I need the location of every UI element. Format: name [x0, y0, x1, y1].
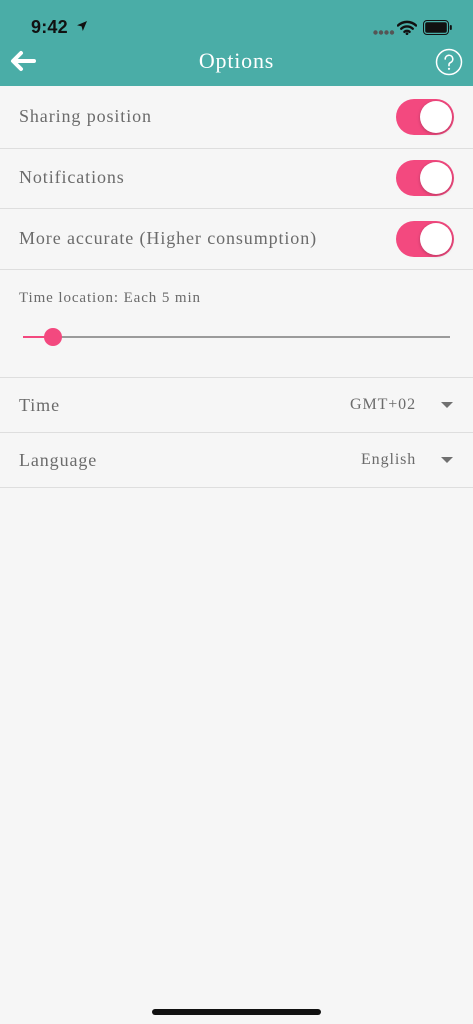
- language-label: Language: [19, 450, 98, 470]
- wifi-icon: [397, 20, 417, 35]
- help-button[interactable]: [435, 48, 463, 76]
- language-select-value[interactable]: English: [361, 451, 416, 469]
- toggle-knob: [420, 223, 452, 255]
- home-indicator[interactable]: [152, 1009, 321, 1015]
- caret-down-icon[interactable]: [441, 457, 453, 463]
- time-location-slider[interactable]: [23, 328, 450, 346]
- sharing-position-toggle[interactable]: [396, 99, 454, 135]
- toggle-knob: [420, 101, 452, 133]
- slider-thumb[interactable]: [44, 328, 62, 346]
- time-location-row: [0, 270, 473, 378]
- notifications-label: Notifications: [19, 167, 125, 187]
- more-accurate-row: More accurate (Higher consumption): [0, 209, 473, 270]
- arrow-left-icon: [11, 51, 36, 71]
- time-row[interactable]: Time GMT+02: [0, 378, 473, 433]
- options-screen: 9:42 Options Sharing position Notificati…: [0, 0, 473, 1024]
- notifications-row: Notifications: [0, 149, 473, 209]
- status-time: 9:42: [31, 17, 68, 37]
- app-header: 9:42 Options: [0, 0, 473, 86]
- more-accurate-label: More accurate (Higher consumption): [19, 228, 317, 248]
- time-location-label: Time location: Each 5 min: [19, 290, 201, 306]
- language-row[interactable]: Language English: [0, 433, 473, 488]
- page-title: Options: [198, 48, 275, 73]
- question-circle-icon: [435, 48, 463, 76]
- caret-down-icon[interactable]: [441, 402, 453, 408]
- cellular-signal-icon: [373, 30, 395, 35]
- more-accurate-toggle[interactable]: [396, 221, 454, 257]
- time-label: Time: [19, 395, 60, 415]
- notifications-toggle[interactable]: [396, 160, 454, 196]
- time-select-value[interactable]: GMT+02: [350, 396, 416, 414]
- back-button[interactable]: [6, 46, 38, 76]
- toggle-knob: [420, 162, 452, 194]
- sharing-position-row: Sharing position: [0, 88, 473, 149]
- sharing-position-label: Sharing position: [19, 106, 152, 126]
- location-arrow-icon: [77, 21, 87, 31]
- battery-icon: [423, 20, 452, 35]
